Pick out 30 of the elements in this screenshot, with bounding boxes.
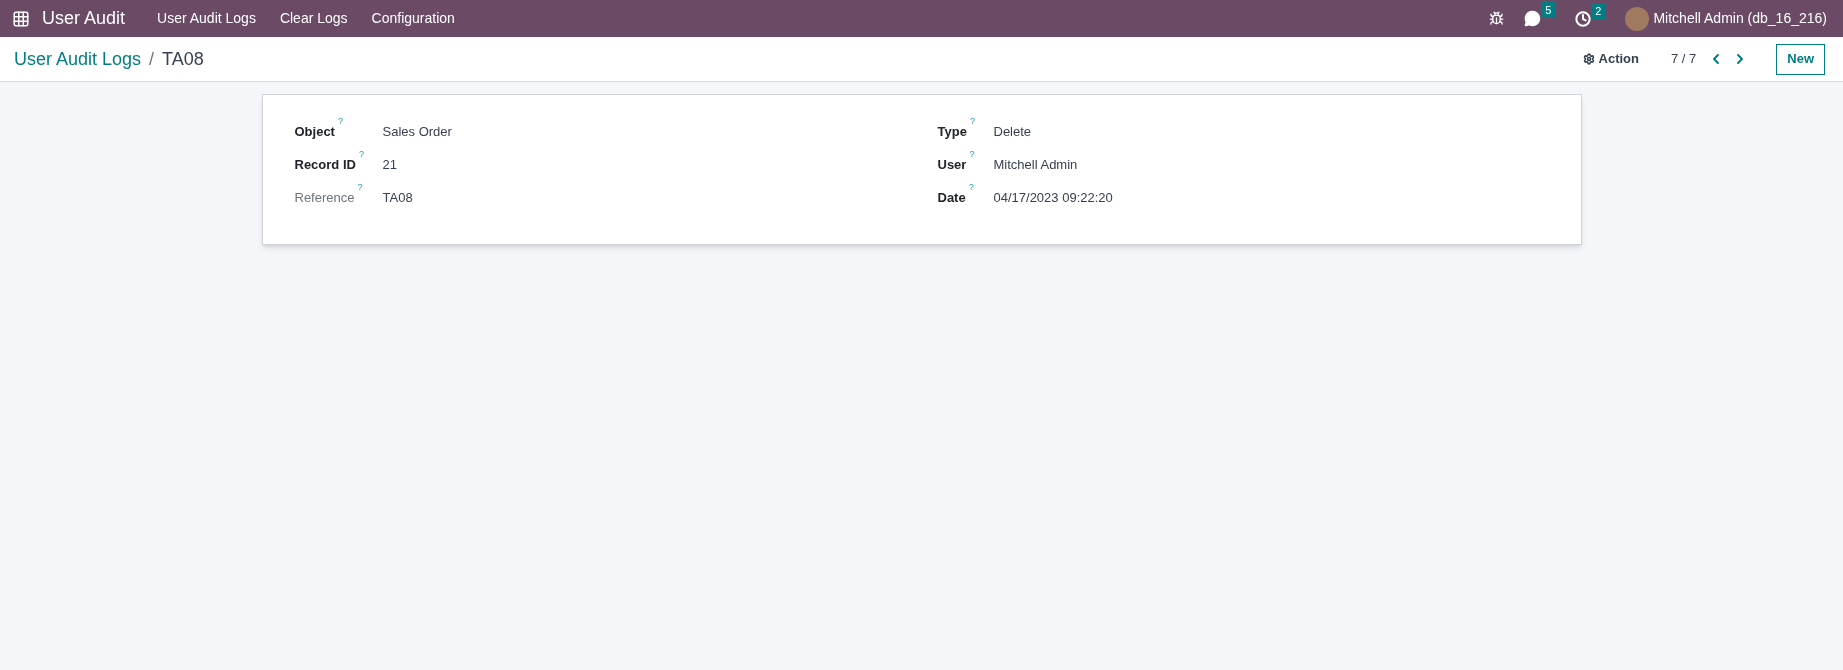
breadcrumb-current: TA08 (162, 47, 204, 71)
user-name[interactable]: Mitchell Admin (db_16_216) (1653, 8, 1827, 29)
clock-icon[interactable] (1575, 10, 1592, 27)
gear-icon (1582, 53, 1595, 65)
field-value: 04/17/2023 09:22:20 (993, 188, 1113, 207)
new-button[interactable]: New (1776, 43, 1825, 75)
menu-item[interactable]: User Audit Logs (145, 8, 268, 29)
activity-count-badge: 2 (1591, 2, 1606, 19)
field-label: Type (937, 122, 967, 141)
breadcrumb-link[interactable]: User Audit Logs (14, 45, 142, 73)
field-label: Date (937, 188, 966, 207)
field-value: Mitchell Admin (993, 155, 1078, 174)
chat-icon[interactable] (1524, 10, 1542, 27)
field-value: Delete (993, 122, 1032, 141)
menu-item[interactable]: Configuration (359, 8, 467, 29)
app-name[interactable]: User Audit (42, 5, 126, 32)
debug-icon[interactable] (1489, 11, 1505, 26)
field-value: TA08 (382, 188, 413, 207)
field-label: User (937, 155, 967, 174)
menu-item[interactable]: Clear Logs (267, 8, 360, 29)
field-value: Sales Order (382, 122, 452, 141)
field-value: 21 (382, 155, 397, 174)
field-label: Record ID (294, 155, 356, 174)
field-label: Reference (294, 188, 355, 207)
field-label: Object (294, 122, 335, 141)
action-button[interactable]: Action (1582, 49, 1639, 69)
pager-value: 7 / 7 (1670, 50, 1697, 69)
breadcrumb-separator: / (149, 47, 155, 71)
message-count-badge: 5 (1541, 2, 1556, 18)
app-grid-icon[interactable] (12, 9, 30, 28)
